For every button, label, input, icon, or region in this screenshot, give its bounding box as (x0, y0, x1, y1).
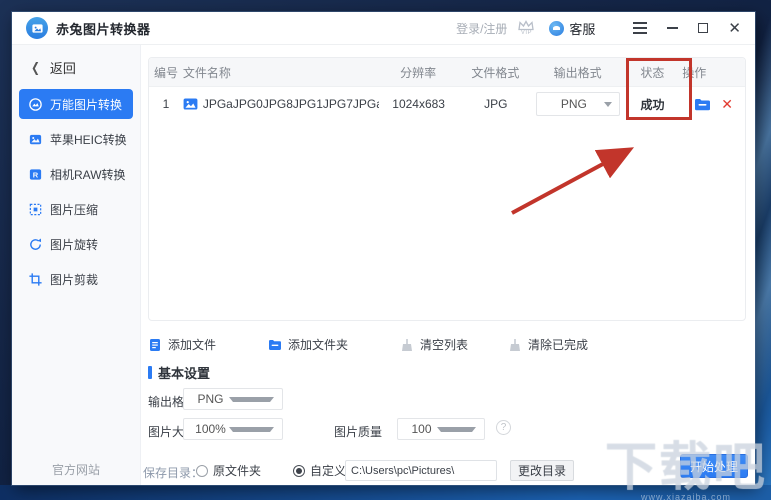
image-quality-dropdown[interactable]: 100 (397, 418, 485, 440)
open-folder-icon[interactable] (694, 98, 711, 111)
row-status: 成功 (623, 96, 683, 113)
compress-icon (28, 202, 43, 217)
help-icon[interactable]: ? (496, 420, 511, 435)
maximize-button[interactable] (698, 23, 708, 33)
crop-icon (28, 272, 43, 287)
col-format: 文件格式 (458, 64, 533, 81)
chevron-down-icon (437, 427, 476, 432)
change-directory-button[interactable]: 更改目录 (510, 460, 574, 481)
sidebar-item-image-crop[interactable]: 图片剪裁 (19, 264, 133, 294)
image-quality-label: 图片质量 (334, 423, 382, 440)
chevron-left-icon: ❮ (31, 60, 40, 76)
clear-list-button[interactable]: 清空列表 (400, 336, 468, 353)
sidebar-item-heic-convert[interactable]: 苹果HEIC转换 (19, 124, 133, 154)
add-folder-icon (268, 338, 282, 352)
col-status: 状态 (622, 64, 682, 81)
wallpaper-bottom-strip (0, 485, 771, 500)
minimize-button[interactable] (667, 27, 678, 29)
customer-service-button[interactable]: 客服 (549, 19, 595, 38)
row-output-format-dropdown[interactable]: PNG (536, 92, 620, 116)
row-resolution: 1024x683 (379, 97, 459, 111)
list-actions: 添加文件 添加文件夹 清空列表 清除已完成 (148, 336, 746, 353)
clear-completed-button[interactable]: 清除已完成 (508, 336, 588, 353)
radio-original-folder[interactable]: 原文件夹 (196, 462, 261, 479)
radio-custom-folder[interactable]: 自定义 (293, 462, 346, 479)
col-output: 输出格式 (533, 64, 623, 81)
table-header-row: 编号 文件名称 分辨率 文件格式 输出格式 状态 操作 (149, 58, 745, 87)
chevron-down-icon (229, 397, 274, 402)
menu-icon[interactable] (633, 22, 647, 34)
row-format: JPG (458, 97, 533, 111)
broom-icon (508, 338, 522, 352)
output-format-dropdown[interactable]: PNG (183, 388, 283, 410)
app-logo-icon (26, 17, 48, 39)
basic-settings-title: 基本设置 (148, 363, 210, 382)
svg-text:R: R (33, 170, 39, 179)
sidebar: ❮ 返回 万能图片转换 苹果HEIC转换 R 相机RAW转换 图片压缩 图 (12, 45, 141, 485)
save-dir-label: 保存目录： (143, 464, 203, 481)
row-index: 1 (149, 97, 183, 111)
add-folder-button[interactable]: 添加文件夹 (268, 336, 348, 353)
image-size-dropdown[interactable]: 100% (183, 418, 283, 440)
file-list-table: 编号 文件名称 分辨率 文件格式 输出格式 状态 操作 1 JPGaJPG0JP… (148, 57, 746, 321)
save-path-input[interactable] (345, 460, 497, 481)
add-file-button[interactable]: 添加文件 (148, 336, 216, 353)
app-title: 赤兔图片转换器 (56, 19, 151, 38)
section-bar (148, 366, 152, 379)
official-website-link[interactable]: 官方网站 (12, 461, 140, 478)
sidebar-item-image-rotate[interactable]: 图片旋转 (19, 229, 133, 259)
sidebar-item-image-compress[interactable]: 图片压缩 (19, 194, 133, 224)
chevron-down-icon (229, 427, 274, 432)
col-index: 编号 (149, 64, 183, 81)
app-window: 赤兔图片转换器 登录/注册 VIP 客服 ✕ ❮ 返 (12, 12, 755, 485)
close-button[interactable]: ✕ (728, 21, 741, 36)
titlebar: 赤兔图片转换器 登录/注册 VIP 客服 ✕ (12, 12, 755, 45)
col-action: 操作 (682, 64, 745, 81)
row-filename: JPGaJPG0JPG8JPG1JPG7JPGaJPGdJPG2J... (203, 97, 379, 111)
login-register-link[interactable]: 登录/注册 (456, 20, 507, 37)
delete-row-icon[interactable]: ✕ (721, 96, 733, 113)
sidebar-item-universal-convert[interactable]: 万能图片转换 (19, 89, 133, 119)
sidebar-item-raw-convert[interactable]: R 相机RAW转换 (19, 159, 133, 189)
desktop: 赤兔图片转换器 登录/注册 VIP 客服 ✕ ❮ 返 (0, 0, 771, 500)
col-filename: 文件名称 (183, 64, 378, 81)
start-processing-button[interactable]: 开始处理 (680, 454, 748, 478)
rotate-icon (28, 237, 43, 252)
chevron-down-icon (604, 102, 612, 107)
image-thumbnail-icon (183, 98, 198, 110)
image-convert-icon (28, 97, 43, 112)
raw-file-icon: R (28, 167, 43, 182)
table-row: 1 JPGaJPG0JPG8JPG1JPG7JPGaJPGdJPG2J... 1… (149, 87, 745, 121)
photo-file-icon (28, 132, 43, 147)
radio-icon (196, 465, 208, 477)
add-file-icon (148, 338, 162, 352)
back-button[interactable]: ❮ 返回 (12, 45, 140, 89)
customer-service-icon (549, 21, 564, 36)
vip-crown-icon[interactable]: VIP (517, 20, 535, 36)
col-resolution: 分辨率 (378, 64, 458, 81)
radio-selected-icon (293, 465, 305, 477)
broom-icon (400, 338, 414, 352)
